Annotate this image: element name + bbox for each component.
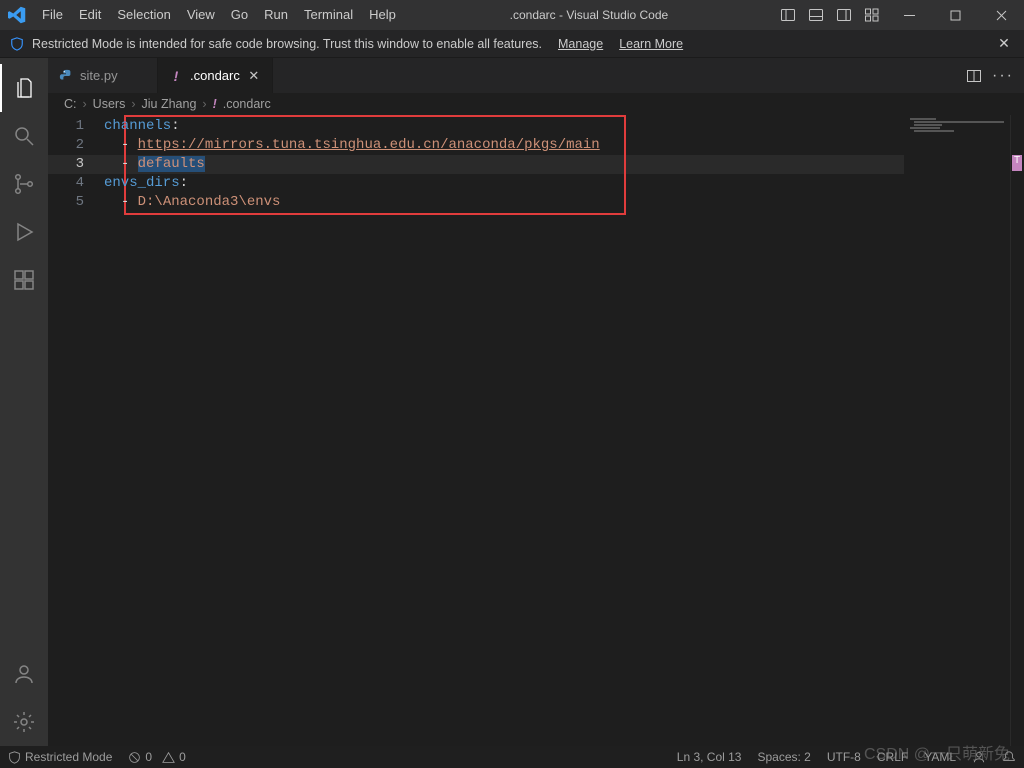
editor-line[interactable]: 3 - defaults xyxy=(48,155,1024,174)
menu-go[interactable]: Go xyxy=(223,0,256,30)
line-number: 4 xyxy=(48,174,104,193)
activity-source-control-icon[interactable] xyxy=(0,160,48,208)
overview-ruler[interactable]: T xyxy=(1010,115,1024,746)
restricted-learn-link[interactable]: Learn More xyxy=(619,37,683,51)
editor-group: site.py ! .condarc ✕ ··· C:› Users› Jiu … xyxy=(48,58,1024,746)
restricted-mode-banner: Restricted Mode is intended for safe cod… xyxy=(0,30,1024,58)
restricted-message: Restricted Mode is intended for safe cod… xyxy=(32,37,542,51)
editor-tabs: site.py ! .condarc ✕ ··· xyxy=(48,58,1024,93)
window-close-button[interactable] xyxy=(978,0,1024,30)
activity-explorer-icon[interactable] xyxy=(0,64,48,112)
tab-label: .condarc xyxy=(190,68,240,83)
tab-condarc[interactable]: ! .condarc ✕ xyxy=(158,58,273,93)
layout-panel-bottom-icon[interactable] xyxy=(802,0,830,30)
status-restricted-mode[interactable]: Restricted Mode xyxy=(0,746,120,768)
menu-view[interactable]: View xyxy=(179,0,223,30)
status-ln-col[interactable]: Ln 3, Col 13 xyxy=(669,746,750,768)
menu-selection[interactable]: Selection xyxy=(109,0,178,30)
line-number: 2 xyxy=(48,136,104,155)
status-problems[interactable]: 0 0 xyxy=(120,746,193,768)
tab-close-icon[interactable]: ✕ xyxy=(246,68,262,84)
python-file-icon xyxy=(58,68,74,84)
editor-line[interactable]: 2 - https://mirrors.tuna.tsinghua.edu.cn… xyxy=(48,136,1024,155)
status-language[interactable]: YAML xyxy=(916,746,964,768)
restricted-manage-link[interactable]: Manage xyxy=(558,37,603,51)
menu-bar: File Edit Selection View Go Run Terminal… xyxy=(34,0,404,30)
status-bar: Restricted Mode 0 0 Ln 3, Col 13 Spaces:… xyxy=(0,746,1024,768)
breadcrumb-item[interactable]: Jiu Zhang xyxy=(142,97,197,111)
close-icon[interactable]: ✕ xyxy=(994,35,1014,52)
menu-edit[interactable]: Edit xyxy=(71,0,109,30)
window-maximize-button[interactable] xyxy=(932,0,978,30)
activity-accounts-icon[interactable] xyxy=(0,650,48,698)
menu-file[interactable]: File xyxy=(34,0,71,30)
menu-help[interactable]: Help xyxy=(361,0,404,30)
status-bell-icon[interactable] xyxy=(994,746,1024,768)
activity-settings-icon[interactable] xyxy=(0,698,48,746)
line-content[interactable]: - D:\Anaconda3\envs xyxy=(104,193,280,212)
customize-layout-icon[interactable] xyxy=(858,0,886,30)
line-number: 5 xyxy=(48,193,104,212)
breadcrumb-item[interactable]: C: xyxy=(64,97,77,111)
line-number: 1 xyxy=(48,117,104,136)
line-content[interactable]: envs_dirs: xyxy=(104,174,188,193)
tab-site-py[interactable]: site.py xyxy=(48,58,158,93)
activity-search-icon[interactable] xyxy=(0,112,48,160)
more-actions-icon[interactable]: ··· xyxy=(992,67,1014,85)
line-number: 3 xyxy=(48,155,104,174)
breadcrumb-file[interactable]: .condarc xyxy=(223,97,271,111)
exclaim-file-icon: ! xyxy=(168,68,184,84)
breadcrumb-item[interactable]: Users xyxy=(93,97,126,111)
title-bar: File Edit Selection View Go Run Terminal… xyxy=(0,0,1024,30)
editor-line[interactable]: 4envs_dirs: xyxy=(48,174,1024,193)
editor-line[interactable]: 1channels: xyxy=(48,117,1024,136)
exclaim-file-icon: ! xyxy=(213,97,217,111)
window-title: .condarc - Visual Studio Code xyxy=(404,8,774,22)
overview-marker-t: T xyxy=(1012,155,1022,171)
status-eol[interactable]: CRLF xyxy=(869,746,916,768)
editor-line[interactable]: 5 - D:\Anaconda3\envs xyxy=(48,193,1024,212)
layout-panel-left-icon[interactable] xyxy=(774,0,802,30)
activity-run-debug-icon[interactable] xyxy=(0,208,48,256)
menu-run[interactable]: Run xyxy=(256,0,296,30)
status-spaces[interactable]: Spaces: 2 xyxy=(749,746,818,768)
layout-panel-right-icon[interactable] xyxy=(830,0,858,30)
status-encoding[interactable]: UTF-8 xyxy=(819,746,869,768)
vscode-logo-icon xyxy=(0,6,34,24)
activity-extensions-icon[interactable] xyxy=(0,256,48,304)
split-editor-icon[interactable] xyxy=(966,68,982,84)
tab-label: site.py xyxy=(80,68,118,83)
line-content[interactable]: channels: xyxy=(104,117,180,136)
text-editor[interactable]: 1channels:2 - https://mirrors.tuna.tsing… xyxy=(48,115,1024,746)
status-feedback-icon[interactable] xyxy=(964,746,994,768)
breadcrumb[interactable]: C:› Users› Jiu Zhang› ! .condarc xyxy=(48,93,1024,115)
line-content[interactable]: - defaults xyxy=(104,155,205,174)
menu-terminal[interactable]: Terminal xyxy=(296,0,361,30)
line-content[interactable]: - https://mirrors.tuna.tsinghua.edu.cn/a… xyxy=(104,136,600,155)
window-minimize-button[interactable] xyxy=(886,0,932,30)
minimap[interactable] xyxy=(904,115,1024,746)
activity-bar xyxy=(0,58,48,746)
shield-icon xyxy=(10,37,24,51)
